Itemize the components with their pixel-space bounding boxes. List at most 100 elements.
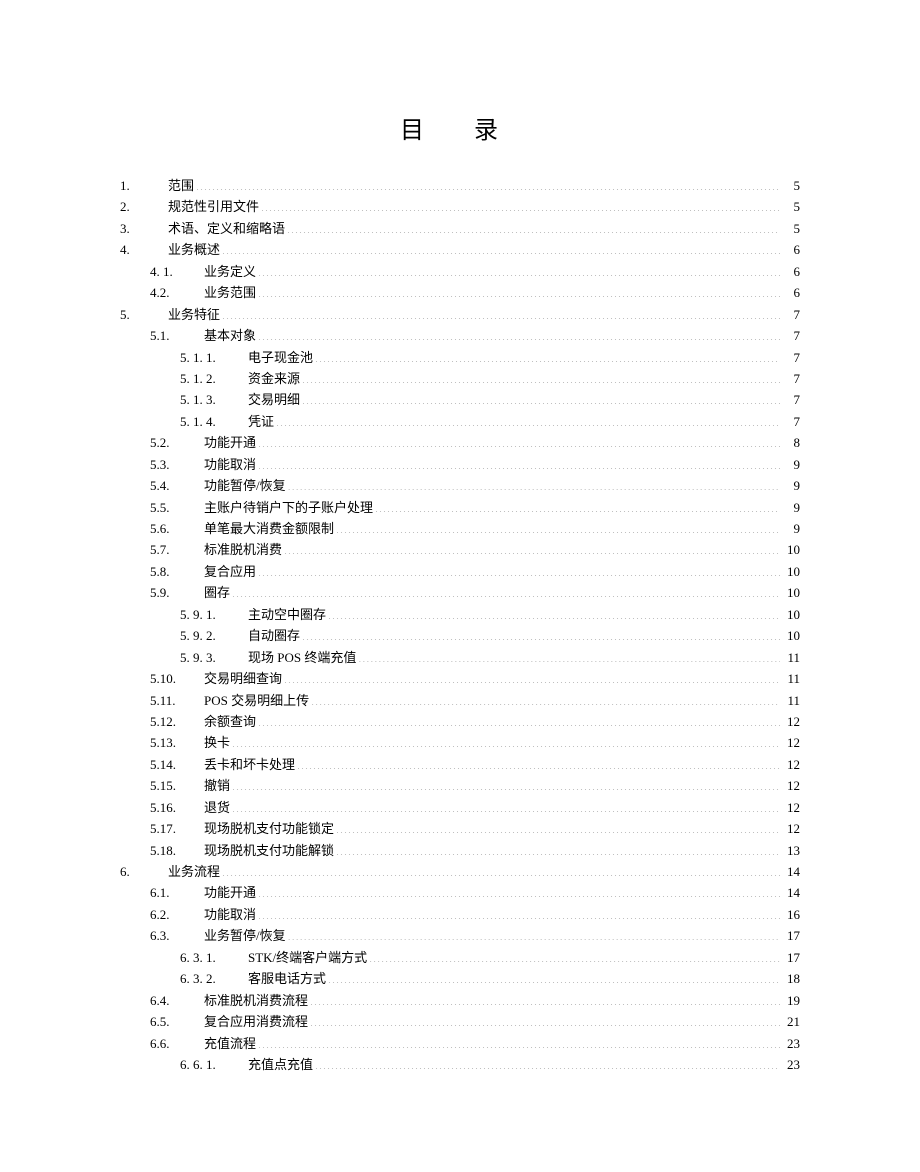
toc-entry: 3.术语、定义和缩略语5 [120,218,800,239]
toc-entry-number: 2. [120,196,168,217]
toc-entry-label: 圈存 [204,582,230,603]
toc-entry: 5. 1. 4.凭证7 [120,411,800,432]
toc-entry-label: 功能取消 [204,904,256,925]
toc-entry-page: 7 [782,304,800,325]
toc-entry-page: 9 [782,497,800,518]
toc-entry-label: 业务流程 [168,861,220,882]
toc-entry: 6. 6. 1.充值点充值23 [120,1054,800,1075]
toc-entry-leader [232,734,780,747]
toc-entry-leader [261,198,780,211]
toc-entry: 6.业务流程14 [120,861,800,882]
toc-entry-label: 范围 [168,175,194,196]
toc-entry-page: 7 [782,325,800,346]
toc-entry-number: 5. [120,304,168,325]
toc-entry-label: 退货 [204,797,230,818]
toc-entry-number: 6.6. [150,1033,204,1054]
toc-entry: 6. 3. 2.客服电话方式18 [120,968,800,989]
toc-entry-page: 10 [782,539,800,560]
toc-entry-label: STK/终端客户端方式 [248,947,367,968]
toc-entry-number: 5.15. [150,775,204,796]
toc-entry-label: 撤销 [204,775,230,796]
toc-entry: 5.11.POS 交易明细上传11 [120,690,800,711]
toc-entry-leader [222,241,780,254]
toc-entry-leader [258,713,780,726]
toc-entry-label: 自动圈存 [248,625,300,646]
toc-entry-page: 14 [782,861,800,882]
toc-entry-number: 5.3. [150,454,204,475]
toc-entry-number: 5.7. [150,539,204,560]
toc-entry-label: 现场脱机支付功能解锁 [204,840,334,861]
toc-entry-label: 复合应用消费流程 [204,1011,308,1032]
toc-entry-page: 13 [782,840,800,861]
toc-entry-number: 5.1. [150,325,204,346]
toc-entry-number: 6.3. [150,925,204,946]
toc-entry-number: 5.12. [150,711,204,732]
toc-entry-number: 5.17. [150,818,204,839]
toc-entry-label: 主动空中圈存 [248,604,326,625]
toc-entry-number: 5.14. [150,754,204,775]
toc-entry-number: 5.9. [150,582,204,603]
toc-entry-leader [232,777,780,790]
toc-entry-label: 丢卡和坏卡处理 [204,754,295,775]
toc-entry-number: 5. 1. 3. [180,389,248,410]
toc-entry-page: 12 [782,754,800,775]
toc-entry-page: 7 [782,411,800,432]
toc-entry: 6.6.充值流程23 [120,1033,800,1054]
toc-entry-page: 11 [782,668,800,689]
toc-entry: 5.4.功能暂停/恢复9 [120,475,800,496]
toc-entry-label: 复合应用 [204,561,256,582]
toc-entry: 5.18.现场脱机支付功能解锁 13 [120,840,800,861]
toc-entry: 5.8.复合应用10 [120,561,800,582]
toc-entry: 5.16.退货12 [120,797,800,818]
toc-entry-number: 3. [120,218,168,239]
toc-entry: 4.2.业务范围6 [120,282,800,303]
toc-entry: 6.5.复合应用消费流程 21 [120,1011,800,1032]
toc-entry-number: 6.5. [150,1011,204,1032]
toc-entry: 5.2.功能开通8 [120,432,800,453]
toc-entry-number: 6.2. [150,904,204,925]
toc-entry-leader [258,284,780,297]
toc-entry-leader [258,884,780,897]
toc-entry-page: 7 [782,368,800,389]
toc-entry-leader [336,520,780,533]
toc-entry: 5.1.基本对象 7 [120,325,800,346]
toc-entry-leader [310,1013,780,1026]
toc-entry-page: 17 [782,947,800,968]
toc-entry-page: 21 [782,1011,800,1032]
toc-entry-page: 16 [782,904,800,925]
toc-entry: 5. 1. 3.交易明细7 [120,389,800,410]
toc-entry: 1.范围5 [120,175,800,196]
toc-entry-label: 资金来源 [248,368,300,389]
table-of-contents: 1.范围52.规范性引用文件53.术语、定义和缩略语54.业务概述64. 1.业… [120,175,800,1075]
toc-entry-page: 12 [782,711,800,732]
toc-entry-label: 功能取消 [204,454,256,475]
toc-entry: 5. 1. 1.电子现金池7 [120,347,800,368]
toc-entry-number: 4. 1. [150,261,204,282]
toc-entry-label: 充值流程 [204,1033,256,1054]
toc-entry-leader [375,499,780,512]
toc-entry-page: 7 [782,389,800,410]
toc-entry-number: 6. 3. 1. [180,947,248,968]
toc-entry-leader [276,413,780,426]
toc-entry-number: 4.2. [150,282,204,303]
toc-entry: 5.15.撤销 12 [120,775,800,796]
toc-entry-label: 基本对象 [204,325,256,346]
toc-entry-number: 5.8. [150,561,204,582]
toc-entry: 4. 1.业务定义6 [120,261,800,282]
toc-entry-page: 12 [782,818,800,839]
toc-entry-number: 5.18. [150,840,204,861]
toc-entry-leader [310,992,780,1005]
toc-entry-leader [284,670,780,683]
toc-entry-leader [232,584,780,597]
toc-entry-label: 术语、定义和缩略语 [168,218,285,239]
toc-entry: 6.1.功能开通14 [120,882,800,903]
toc-entry-page: 12 [782,775,800,796]
toc-entry-page: 5 [782,196,800,217]
toc-entry: 5. 9. 2.自动圈存10 [120,625,800,646]
document-page: 目 录 1.范围52.规范性引用文件53.术语、定义和缩略语54.业务概述64.… [0,0,920,1172]
toc-entry-leader [315,1056,780,1069]
toc-entry-page: 10 [782,582,800,603]
toc-entry-page: 11 [782,690,800,711]
toc-entry-label: 单笔最大消费金额限制 [204,518,334,539]
toc-entry-number: 5.10. [150,668,204,689]
